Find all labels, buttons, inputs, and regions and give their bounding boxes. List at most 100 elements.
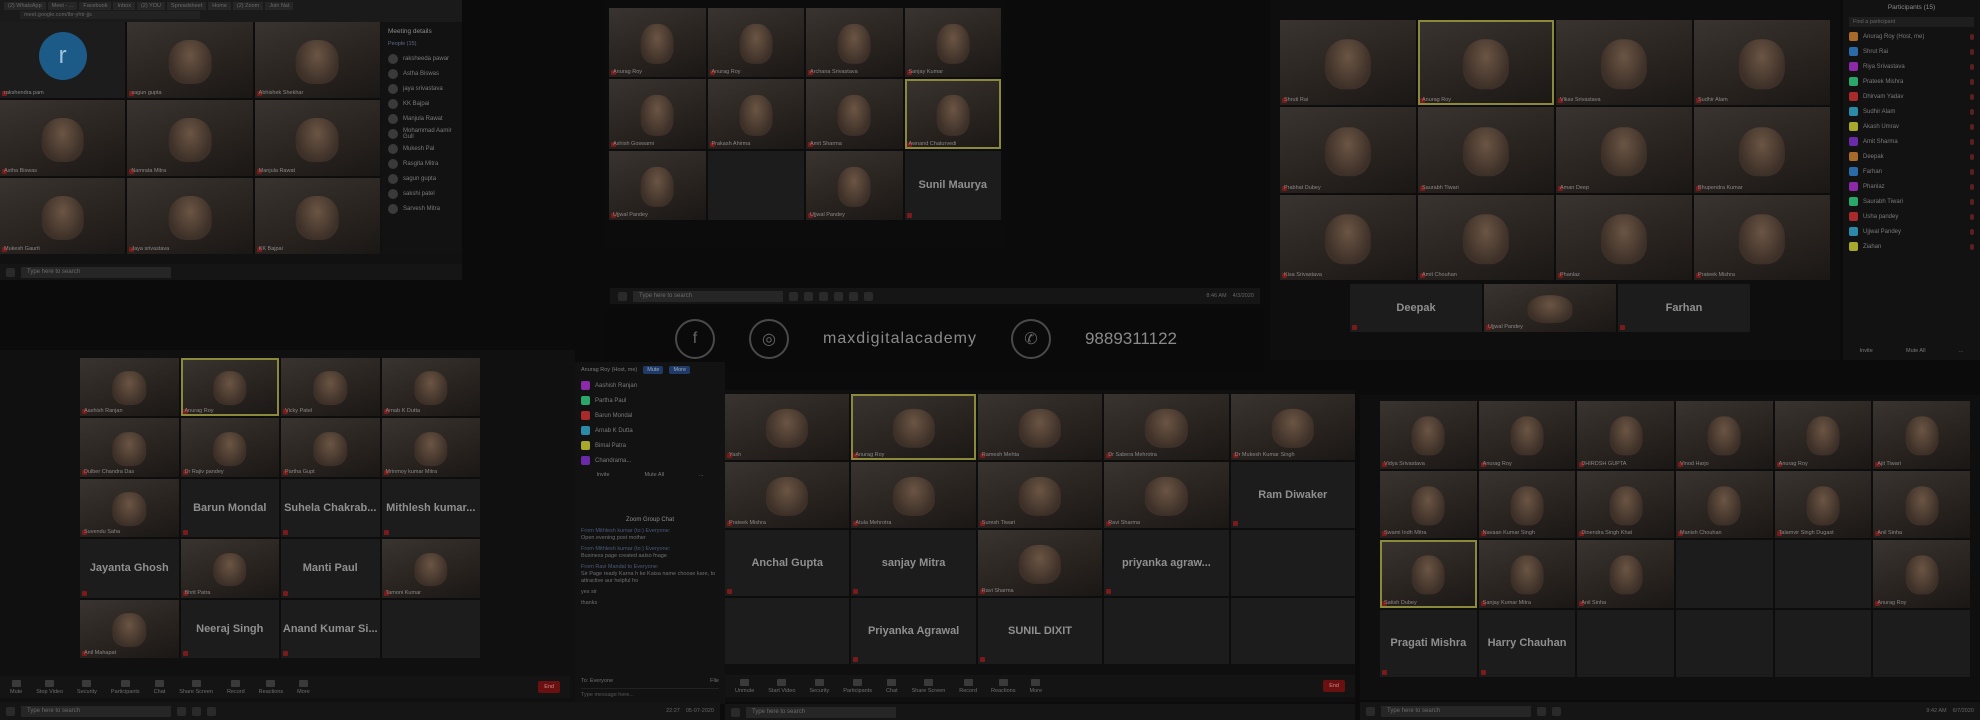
- chat-file-button[interactable]: File: [710, 678, 719, 684]
- video-tile[interactable]: Anurag Roy: [707, 8, 804, 78]
- video-tile[interactable]: Farhan: [1618, 284, 1750, 332]
- video-tile[interactable]: Dr Rajiv pandey: [180, 418, 279, 477]
- participant-row[interactable]: Ujjwal Pandey: [1843, 224, 1980, 239]
- video-tile[interactable]: Ramesh Mehta: [977, 394, 1103, 460]
- video-tile[interactable]: Jaya srivastava: [127, 178, 253, 254]
- video-tile[interactable]: Satish Dubey: [1380, 540, 1477, 608]
- video-tile[interactable]: Prabhat Dubey: [1280, 107, 1416, 193]
- participants-action-button[interactable]: ...: [1959, 348, 1964, 354]
- taskbar-search[interactable]: Type here to search: [633, 290, 783, 302]
- participant-row[interactable]: Farhan: [1843, 164, 1980, 179]
- video-tile[interactable]: Anurag Roy: [1774, 401, 1872, 469]
- video-tile[interactable]: Ram Diwaker: [1230, 462, 1355, 528]
- video-tile[interactable]: Sudhir Alam: [1694, 20, 1830, 106]
- taskbar-search[interactable]: Type here to search: [21, 266, 171, 278]
- video-tile[interactable]: Ujjwal Pandey: [806, 150, 903, 220]
- cortana-icon[interactable]: [789, 291, 798, 301]
- participant-row[interactable]: Partha Paul: [575, 393, 725, 408]
- end-meeting-button[interactable]: End: [538, 681, 560, 693]
- people-list-item[interactable]: Manjula Rawat: [382, 111, 462, 126]
- video-tile[interactable]: Atula Mehrotra: [851, 462, 976, 528]
- windows-start-icon[interactable]: [6, 706, 15, 716]
- people-list-item[interactable]: Rasgita Mitra: [382, 156, 462, 171]
- video-tile[interactable]: Sanjay Kumar: [904, 8, 1001, 78]
- toolbar-button[interactable]: Start Video: [768, 678, 795, 694]
- toolbar-button[interactable]: Record: [227, 679, 245, 695]
- toolbar-button[interactable]: Unmute: [735, 678, 754, 694]
- video-tile[interactable]: Neeraj Singh: [180, 599, 279, 658]
- toolbar-button[interactable]: Chat: [886, 678, 898, 694]
- video-tile[interactable]: Anchal Gupta: [725, 530, 850, 596]
- participant-row[interactable]: Anurag Roy (Host, me): [1843, 29, 1980, 44]
- side-header-item[interactable]: More: [669, 366, 691, 374]
- video-tile[interactable]: Prateek Mishra: [1694, 194, 1830, 280]
- windows-start-icon[interactable]: [618, 291, 627, 301]
- video-tile[interactable]: Ravi Sharma: [977, 530, 1103, 596]
- taskbar-search[interactable]: Type here to search: [746, 706, 896, 718]
- video-tile[interactable]: Dulber Chandra Das: [80, 418, 179, 477]
- taskbar-search[interactable]: Type here to search: [21, 705, 171, 717]
- cortana-icon[interactable]: [1537, 706, 1546, 716]
- video-tile[interactable]: Ajit Tiwari: [1873, 401, 1970, 469]
- video-tile[interactable]: KK Bajpai: [254, 178, 380, 254]
- windows-start-icon[interactable]: [6, 267, 15, 277]
- participant-row[interactable]: Deepak: [1843, 149, 1980, 164]
- toolbar-button[interactable]: Share Screen: [912, 678, 945, 694]
- store-icon[interactable]: [849, 291, 858, 301]
- video-tile[interactable]: Dr Mukesh Kumar Singh: [1230, 394, 1355, 460]
- video-tile[interactable]: Awnand Chaturvedi: [904, 79, 1001, 149]
- video-tile[interactable]: Priyanka Agrawal: [851, 598, 976, 664]
- video-tile[interactable]: Partha Gupt: [281, 418, 380, 477]
- video-tile[interactable]: Shruti Rai: [1280, 20, 1416, 106]
- address-bar[interactable]: meet.google.com/ibr-yhtr-jjs: [20, 11, 200, 19]
- video-tile[interactable]: Deepak: [1350, 284, 1482, 332]
- participant-row[interactable]: Phanlaz: [1843, 179, 1980, 194]
- video-tile[interactable]: Pragati Mishra: [1380, 609, 1477, 677]
- video-tile[interactable]: Mrinmoy kumar Mitra: [381, 418, 480, 477]
- zoom-icon[interactable]: [864, 291, 873, 301]
- people-list-item[interactable]: jaya srivastava: [382, 81, 462, 96]
- toolbar-button[interactable]: Share Screen: [179, 679, 213, 695]
- edge-icon[interactable]: [819, 291, 828, 301]
- participants-action-button[interactable]: Mute All: [1906, 348, 1926, 354]
- video-tile[interactable]: Swami Indh Mitra: [1380, 470, 1477, 538]
- video-tile[interactable]: Ashish Goswami: [609, 79, 706, 149]
- participant-row[interactable]: Akash Umrav: [1843, 119, 1980, 134]
- video-tile[interactable]: Mukesh Gaurti: [0, 178, 126, 254]
- video-tile[interactable]: Harry Chauhan: [1478, 609, 1576, 677]
- video-tile[interactable]: Sanjay Kumar Mitra: [1478, 540, 1576, 608]
- toolbar-button[interactable]: Security: [77, 679, 97, 695]
- video-tile[interactable]: Prateek Mishra: [725, 462, 850, 528]
- toolbar-button[interactable]: Participants: [843, 678, 872, 694]
- video-tile[interactable]: Anil Mahapat: [80, 599, 179, 658]
- video-tile[interactable]: Anurag Roy: [1478, 401, 1576, 469]
- video-tile[interactable]: Prakash Ahirma: [707, 79, 804, 149]
- chat-to-select[interactable]: To: Everyone: [581, 678, 613, 684]
- people-list-item[interactable]: Sarvesh Mitra: [382, 201, 462, 216]
- participant-search[interactable]: Find a participant: [1849, 17, 1974, 27]
- video-tile[interactable]: priyanka agraw...: [1104, 530, 1229, 596]
- video-tile[interactable]: Aashish Ranjan: [80, 358, 179, 417]
- video-tile[interactable]: Anand Kumar Si...: [281, 599, 380, 658]
- video-tile[interactable]: Anurag Roy: [180, 358, 279, 417]
- participant-row[interactable]: Barun Mondal: [575, 408, 725, 423]
- video-tile[interactable]: Aman Deep: [1556, 107, 1692, 193]
- people-list-item[interactable]: Mohammad Aamir Gull: [382, 126, 462, 141]
- taskbar-search[interactable]: Type here to search: [1381, 705, 1531, 717]
- browser-tab[interactable]: Home: [208, 2, 231, 10]
- side-header-item[interactable]: Mute: [643, 366, 664, 374]
- browser-tab[interactable]: (2) WhatsApp: [4, 2, 46, 10]
- video-tile[interactable]: Arnab K Dutta: [381, 358, 480, 417]
- zoom-icon[interactable]: [1552, 706, 1561, 716]
- participant-row[interactable]: Saurabh Tiwari: [1843, 194, 1980, 209]
- participant-row[interactable]: Prateek Mishra: [1843, 74, 1980, 89]
- video-tile[interactable]: Bhrit Patra: [180, 539, 279, 598]
- video-tile[interactable]: Archana Srivastava: [806, 8, 903, 78]
- video-tile[interactable]: Manish Chouhan: [1675, 470, 1773, 538]
- browser-tab[interactable]: (2) Zoom: [232, 2, 264, 10]
- video-tile[interactable]: Amit Sharma: [806, 79, 903, 149]
- toolbar-button[interactable]: Security: [809, 678, 829, 694]
- participants-action-button[interactable]: Invite: [596, 472, 609, 478]
- video-tile[interactable]: Talamvir Singh Dugast: [1774, 470, 1872, 538]
- video-tile[interactable]: SUNIL DIXIT: [977, 598, 1103, 664]
